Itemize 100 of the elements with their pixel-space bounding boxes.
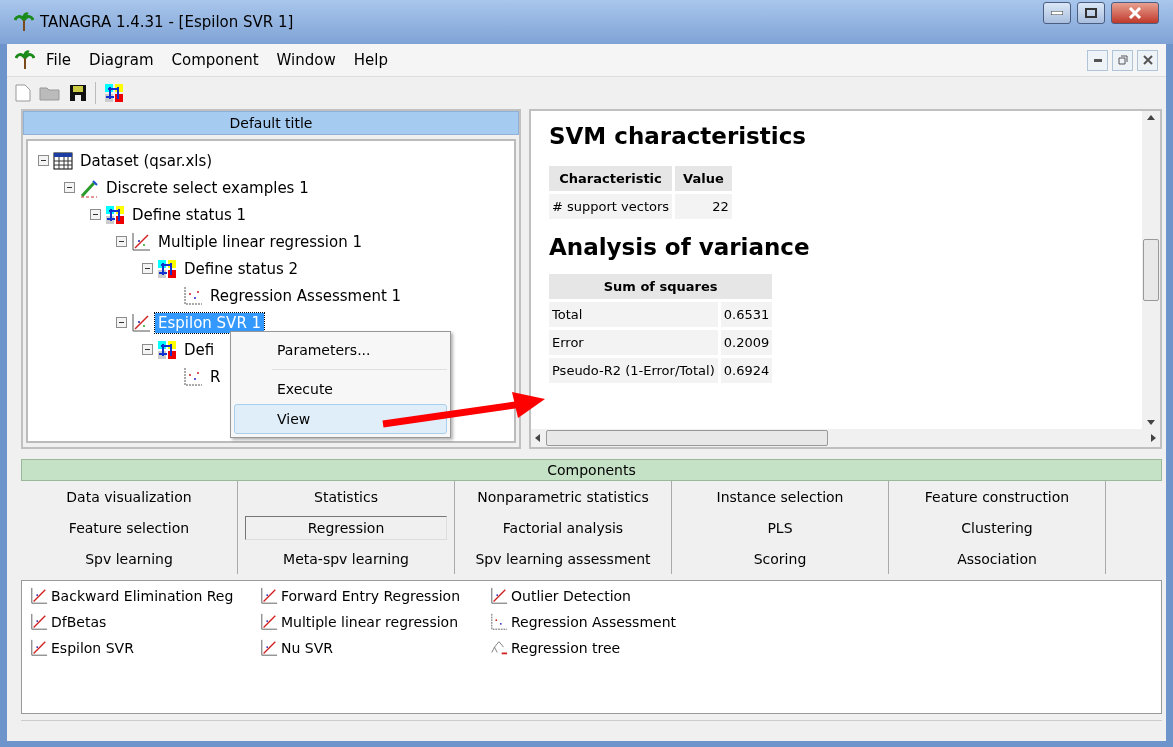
tree-icon [490,639,508,657]
collapse-toggle[interactable] [142,344,153,355]
menu-item[interactable]: File [39,49,79,71]
collapse-toggle[interactable] [142,263,153,274]
menu-item[interactable]: View [234,404,447,434]
window-title: TANAGRA 1.4.31 - [Espilon SVR 1] [40,13,295,31]
tree-node[interactable]: Multiple linear regression 1 [155,231,365,252]
scroll-thumb[interactable] [546,430,828,446]
tool-entry[interactable]: Espilon SVR [51,640,134,656]
tool-entry[interactable]: Regression tree [511,640,621,656]
maximize-button[interactable] [1077,2,1105,24]
scatter-icon [183,285,203,306]
section-heading: Analysis of variance [549,234,811,260]
scatter-icon [183,366,203,387]
close-icon [1142,55,1153,65]
collapse-toggle[interactable] [90,209,101,220]
category-tab[interactable]: Data visualization [66,485,192,508]
table-cell: 0.6531 [720,302,773,327]
right-arrow-icon[interactable] [1151,434,1156,442]
menu-item[interactable]: Help [346,49,395,71]
menu-item[interactable]: Window [269,49,343,71]
close-icon [1128,7,1142,19]
table-cell: Pseudo-R2 (1-Error/Total) [549,358,718,383]
chart-icon [30,639,48,657]
column-header: Characteristic [549,166,673,191]
collapse-toggle[interactable] [64,182,75,193]
minimize-button[interactable] [1043,2,1071,24]
collapse-toggle[interactable] [38,155,49,166]
chart-icon [490,587,508,605]
scatter-icon [490,613,508,631]
category-tab[interactable]: Spv learning assessment [475,547,651,570]
horizontal-scrollbar[interactable] [531,429,1160,447]
chart-icon [30,613,48,631]
tool-entry[interactable]: Regression Assessment [511,614,676,630]
collapse-toggle[interactable] [116,317,127,328]
left-arrow-icon[interactable] [535,434,540,442]
menu-item[interactable]: Diagram [82,49,161,71]
table-cell: Total [549,302,718,327]
section-heading: SVM characteristics [549,123,807,149]
category-tab[interactable]: Factorial analysis [502,516,624,539]
chart-icon [260,639,278,657]
menu-item[interactable]: Execute [234,374,447,404]
save-icon[interactable] [69,84,87,102]
menu-item[interactable]: Parameters... [234,335,447,365]
category-tab[interactable]: Clustering [961,516,1033,539]
category-tab[interactable]: Instance selection [716,485,844,508]
arrows-icon[interactable] [104,83,124,103]
chart-icon [131,312,151,333]
column-header: Value [675,166,732,191]
tree-node[interactable]: Define status 1 [129,204,250,225]
tree-node[interactable]: Dataset (qsar.xls) [77,150,216,171]
tool-entry[interactable]: Outlier Detection [511,588,631,604]
scroll-thumb[interactable] [1143,239,1159,301]
down-arrow-icon[interactable] [1147,420,1155,425]
arrows-icon [105,204,125,225]
close-button[interactable] [1111,2,1159,24]
category-tab[interactable]: Feature selection [68,516,190,539]
minimize-icon [1093,58,1102,62]
category-tab[interactable]: Feature construction [924,485,1070,508]
tree-node[interactable]: Discrete select examples 1 [103,177,312,198]
tree-node[interactable]: R [207,366,224,387]
palm-tree-icon [15,50,35,70]
table-cell: # support vectors [549,194,673,219]
chart-icon [260,613,278,631]
tree-node[interactable]: Defi [181,339,218,360]
category-tab[interactable]: Nonparametric statistics [477,485,649,508]
restore-icon [1117,55,1128,65]
collapse-toggle[interactable] [116,236,127,247]
category-tab[interactable]: Meta-spv learning [283,547,409,570]
table-cell: 0.6924 [720,358,773,383]
up-arrow-icon[interactable] [1147,115,1155,120]
tool-entry[interactable]: DfBetas [51,614,107,630]
tool-entry[interactable]: Multiple linear regression [281,614,459,630]
table-cell: 22 [675,194,732,219]
chart-icon [260,587,278,605]
pipette-icon [79,177,99,198]
tool-entry[interactable]: Nu SVR [281,640,333,656]
category-tab[interactable]: Regression [245,515,447,540]
tool-entry[interactable]: Forward Entry Regression [281,588,461,604]
pane-title: Default title [23,111,519,135]
category-tab[interactable]: Statistics [314,485,378,508]
components-title: Components [21,459,1162,481]
tree-node[interactable]: Define status 2 [181,258,302,279]
table-cell: 0.2009 [720,330,773,355]
tree-node[interactable]: Regression Assessment 1 [207,285,405,306]
arrows-icon [157,258,177,279]
minimize-button[interactable] [1087,49,1108,71]
category-tab[interactable]: PLS [767,516,793,539]
maximize-icon [1085,8,1097,18]
chart-icon [131,231,151,252]
category-tab[interactable]: Scoring [753,547,807,570]
palm-tree-icon [14,12,34,32]
category-tab[interactable]: Association [957,547,1037,570]
arrows-icon [157,339,177,360]
vertical-scrollbar[interactable] [1142,111,1160,429]
menu-item[interactable]: Component [164,49,266,71]
table-cell: Error [549,330,718,355]
tool-entry[interactable]: Backward Elimination Reg [51,588,234,604]
category-tab[interactable]: Spv learning [85,547,173,570]
close-button[interactable] [1137,49,1158,71]
